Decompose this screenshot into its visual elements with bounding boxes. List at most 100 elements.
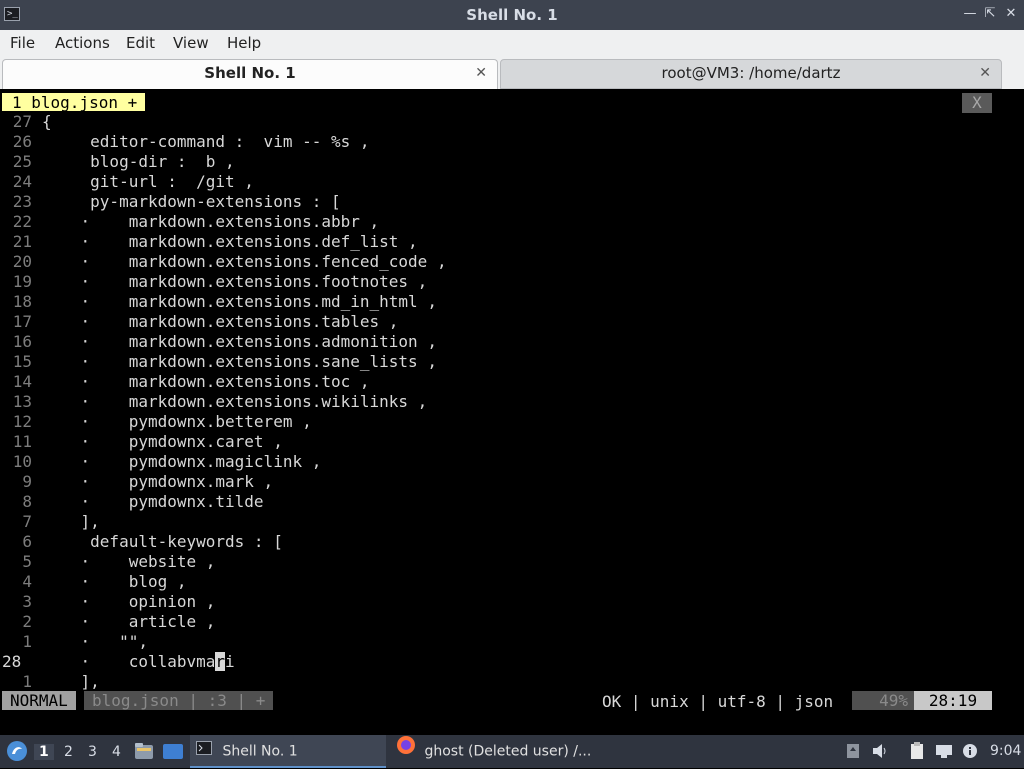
file-info: blog.json | :3 | + <box>84 691 274 710</box>
close-icon[interactable]: ✕ <box>475 60 487 87</box>
line-code: · markdown.extensions.abbr , <box>42 212 380 232</box>
upload-icon[interactable] <box>846 743 860 763</box>
line-text: · markdown.extensions.toc , <box>42 372 370 391</box>
line-number: 23 <box>12 192 32 211</box>
buffer-close-button[interactable]: X <box>962 93 992 113</box>
line-number: 14 <box>12 372 32 391</box>
line-number: 1 <box>22 632 32 651</box>
line-code: · markdown.extensions.wikilinks , <box>42 392 428 412</box>
line-number: 13 <box>12 392 32 411</box>
close-icon[interactable]: ✕ <box>979 60 991 87</box>
line-text: git-url : /git , <box>42 172 254 191</box>
network-icon[interactable] <box>934 743 954 763</box>
taskbar-task-shell[interactable]: Shell No. 1 <box>190 735 386 768</box>
menu-bar: File Actions Edit View Help <box>0 30 1024 57</box>
line-code: · pymdownx.caret , <box>42 432 283 452</box>
line-number: 26 <box>12 132 32 151</box>
workspace-2[interactable]: 2 <box>64 744 73 760</box>
line-number: 24 <box>12 172 32 191</box>
line-code: default-keywords : [ <box>42 532 283 552</box>
volume-icon[interactable] <box>872 743 890 763</box>
line-code: · markdown.extensions.def_list , <box>42 232 418 252</box>
show-desktop-icon[interactable] <box>162 743 184 764</box>
workspace-1[interactable]: 1 <box>34 744 54 760</box>
line-code: · opinion , <box>42 592 216 612</box>
workspace-3[interactable]: 3 <box>88 744 97 760</box>
line-number: 19 <box>12 272 32 291</box>
line-code: { <box>42 112 52 132</box>
task-label: ghost (Deleted user) /... <box>424 743 592 760</box>
line-text: · markdown.extensions.def_list , <box>42 232 418 251</box>
close-icon[interactable]: ✕ <box>1003 6 1019 21</box>
menu-help[interactable]: Help <box>227 34 261 52</box>
task-label: Shell No. 1 <box>222 743 298 760</box>
line-code: · markdown.extensions.footnotes , <box>42 272 428 292</box>
line-code: · pymdownx.tilde <box>42 492 264 512</box>
menu-actions[interactable]: Actions <box>55 34 110 52</box>
line-text: · markdown.extensions.abbr , <box>42 212 380 231</box>
tab-root-vm3[interactable]: root@VM3: /home/dartz ✕ <box>500 59 1002 89</box>
line-number: 17 <box>12 312 32 331</box>
line-text: · markdown.extensions.footnotes , <box>42 272 428 291</box>
line-number: 18 <box>12 292 32 311</box>
text-cursor: r <box>215 652 226 671</box>
menu-edit[interactable]: Edit <box>126 34 155 52</box>
line-code: git-url : /git , <box>42 172 254 192</box>
line-number: 16 <box>12 332 32 351</box>
terminal-area[interactable]: 1 blog.json + X 27 {26 editor-command : v… <box>0 89 1024 733</box>
scroll-percent: 49% <box>852 691 914 710</box>
line-code: · article , <box>42 612 216 632</box>
mode-indicator: NORMAL <box>2 691 76 710</box>
line-number: 4 <box>22 572 32 591</box>
line-code: · website , <box>42 552 216 572</box>
line-code: · markdown.extensions.tables , <box>42 312 399 332</box>
line-text: default-keywords : [ <box>42 532 283 551</box>
line-number: 3 <box>22 592 32 611</box>
line-number: 2 <box>22 612 32 631</box>
line-number: 20 <box>12 252 32 271</box>
line-code: · "", <box>42 632 148 652</box>
line-number: 27 <box>12 112 32 131</box>
line-text: · pymdownx.betterem , <box>42 412 312 431</box>
maximize-icon[interactable]: ⇱ <box>982 6 998 21</box>
firefox-icon <box>396 735 416 768</box>
line-number: 15 <box>12 352 32 371</box>
line-code: blog-dir : b , <box>42 152 235 172</box>
workspace-4[interactable]: 4 <box>112 744 121 760</box>
line-text-after-cursor: i <box>225 652 235 671</box>
line-code: ], <box>42 512 100 532</box>
window-title: Shell No. 1 <box>466 6 558 24</box>
line-text: · markdown.extensions.fenced_code , <box>42 252 447 271</box>
file-manager-icon[interactable] <box>134 742 154 764</box>
clock[interactable]: 9:04 <box>990 743 1021 759</box>
tab-label: root@VM3: /home/dartz <box>661 64 841 82</box>
buffer-tab[interactable]: 1 blog.json + <box>2 93 146 112</box>
line-text: editor-command : vim -- %s , <box>42 132 370 151</box>
tab-shell-no-1[interactable]: Shell No. 1 ✕ <box>2 59 498 89</box>
menu-file[interactable]: File <box>10 34 35 52</box>
vim-statusline: NORMAL blog.json | :3 | + OK | unix | ut… <box>0 689 1024 711</box>
start-menu-icon[interactable] <box>6 740 28 766</box>
line-code: · pymdownx.mark , <box>42 472 274 492</box>
line-number: 10 <box>12 452 32 471</box>
line-number: 28 <box>2 652 22 671</box>
line-text: · pymdownx.magiclink , <box>42 452 322 471</box>
taskbar-task-firefox[interactable]: ghost (Deleted user) /... <box>392 735 612 768</box>
line-code: · markdown.extensions.md_in_html , <box>42 292 437 312</box>
line-text: · pymdownx.mark , <box>42 472 274 491</box>
line-text: · markdown.extensions.admonition , <box>42 332 437 351</box>
line-code: · pymdownx.magiclink , <box>42 452 322 472</box>
minimize-icon[interactable]: — <box>962 6 978 21</box>
line-code: · markdown.extensions.sane_lists , <box>42 352 437 372</box>
file-format-info: OK | unix | utf-8 | json <box>602 692 834 711</box>
line-text: · "", <box>42 632 148 651</box>
line-code: · markdown.extensions.toc , <box>42 372 370 392</box>
clipboard-icon[interactable] <box>908 742 926 764</box>
line-code: · pymdownx.betterem , <box>42 412 312 432</box>
line-text: · pymdownx.caret , <box>42 432 283 451</box>
line-text: · markdown.extensions.tables , <box>42 312 399 331</box>
menu-view[interactable]: View <box>173 34 209 52</box>
window-titlebar: >_ Shell No. 1 — ⇱ ✕ <box>0 0 1024 30</box>
line-text: { <box>42 112 52 131</box>
info-icon[interactable] <box>962 743 978 763</box>
